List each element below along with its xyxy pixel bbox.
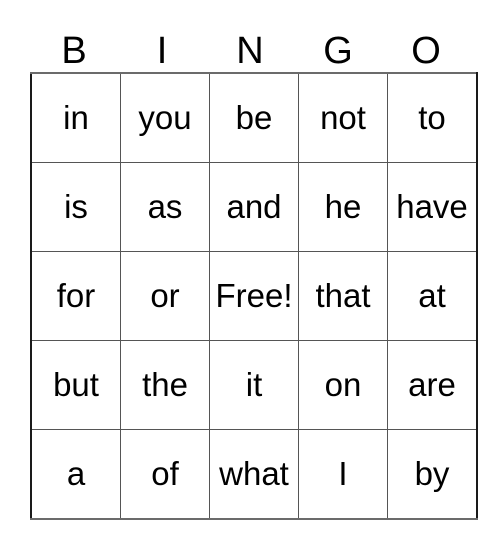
bingo-cell[interactable]: or bbox=[120, 251, 210, 341]
bingo-cell[interactable]: that bbox=[298, 251, 388, 341]
bingo-row: is as and he have bbox=[30, 162, 478, 252]
bingo-header-letter-g: G bbox=[323, 30, 353, 72]
bingo-cell[interactable]: and bbox=[209, 162, 299, 252]
bingo-cell[interactable]: are bbox=[387, 340, 478, 430]
bingo-cell[interactable]: is bbox=[30, 162, 121, 252]
bingo-cell[interactable]: at bbox=[387, 251, 478, 341]
bingo-cell[interactable]: the bbox=[120, 340, 210, 430]
bingo-cell[interactable]: I bbox=[298, 429, 388, 520]
bingo-cell[interactable]: you bbox=[120, 72, 210, 163]
bingo-cell[interactable]: a bbox=[30, 429, 121, 520]
bingo-cell[interactable]: by bbox=[387, 429, 478, 520]
bingo-cell[interactable]: it bbox=[209, 340, 299, 430]
bingo-cell[interactable]: not bbox=[298, 72, 388, 163]
bingo-card: B I N G O in you be not to is as and he … bbox=[0, 0, 500, 544]
bingo-row: a of what I by bbox=[30, 429, 478, 520]
bingo-row: but the it on are bbox=[30, 340, 478, 430]
bingo-header-row: B I N G O bbox=[30, 22, 470, 72]
bingo-header-letter-i: I bbox=[156, 30, 168, 72]
bingo-header-letter-o: O bbox=[411, 30, 441, 72]
bingo-cell[interactable]: be bbox=[209, 72, 299, 163]
bingo-cell[interactable]: he bbox=[298, 162, 388, 252]
bingo-cell[interactable]: on bbox=[298, 340, 388, 430]
bingo-cell[interactable]: of bbox=[120, 429, 210, 520]
bingo-cell[interactable]: as bbox=[120, 162, 210, 252]
bingo-cell-free-space[interactable]: Free! bbox=[209, 251, 299, 341]
bingo-cell[interactable]: in bbox=[30, 72, 121, 163]
bingo-cell[interactable]: have bbox=[387, 162, 478, 252]
bingo-cell[interactable]: but bbox=[30, 340, 121, 430]
bingo-row: for or Free! that at bbox=[30, 251, 478, 341]
bingo-row: in you be not to bbox=[30, 72, 478, 163]
bingo-cell[interactable]: to bbox=[387, 72, 478, 163]
bingo-header-letter-n: N bbox=[236, 30, 264, 72]
bingo-header-letter-b: B bbox=[61, 30, 87, 72]
bingo-cell[interactable]: what bbox=[209, 429, 299, 520]
bingo-cell[interactable]: for bbox=[30, 251, 121, 341]
bingo-grid: in you be not to is as and he have for o… bbox=[30, 72, 478, 520]
